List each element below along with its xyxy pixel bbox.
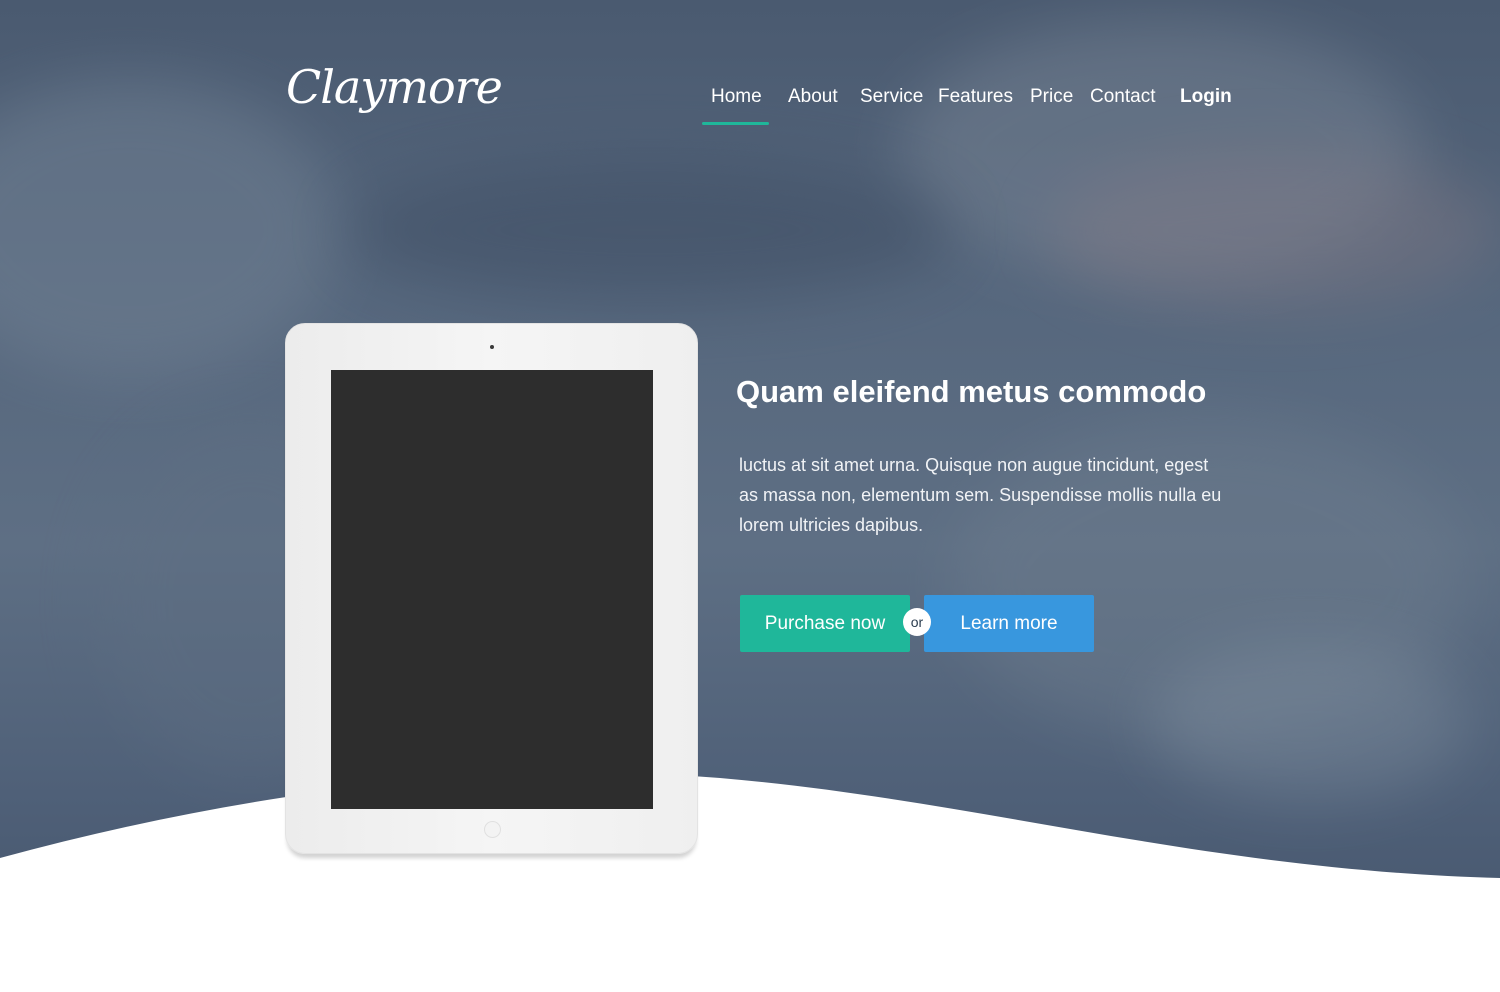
hero-section: Claymore Home About Service Features Pri… [0, 0, 1500, 992]
tablet-camera [490, 345, 494, 349]
nav-item-about[interactable]: About [788, 86, 838, 108]
hero-headline: Quam eleifend metus commodo [736, 374, 1207, 409]
tablet-home-button [484, 821, 501, 838]
purchase-now-button[interactable]: Purchase now [740, 595, 910, 652]
nav-item-service[interactable]: Service [860, 86, 923, 108]
brand-logo[interactable]: Claymore [286, 60, 503, 114]
tablet-mockup [285, 323, 698, 854]
nav-item-features[interactable]: Features [938, 86, 1013, 108]
learn-more-button[interactable]: Learn more [924, 595, 1094, 652]
hero-description: luctus at sit amet urna. Quisque non aug… [739, 455, 1222, 535]
tablet-screen [331, 370, 653, 809]
login-link[interactable]: Login [1180, 86, 1232, 108]
nav-active-indicator [702, 122, 769, 125]
nav-item-price[interactable]: Price [1030, 86, 1073, 108]
nav-item-contact[interactable]: Contact [1090, 86, 1155, 108]
nav-item-home[interactable]: Home [711, 86, 762, 108]
or-separator: or [903, 608, 931, 636]
